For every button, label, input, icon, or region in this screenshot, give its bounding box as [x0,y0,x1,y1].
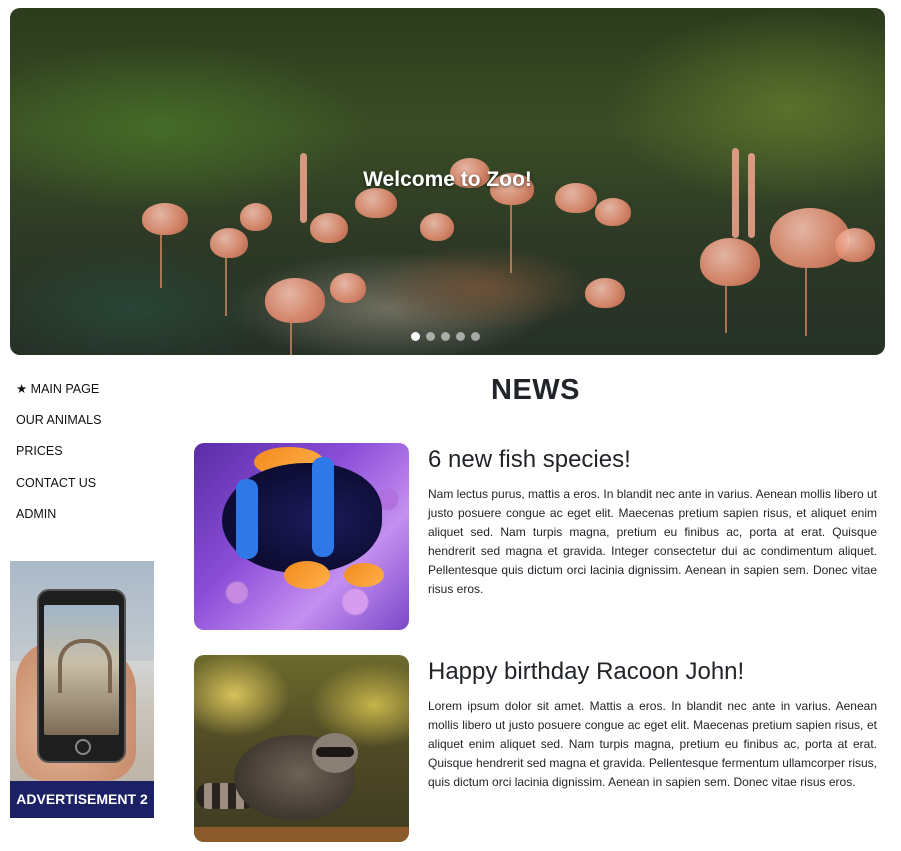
article-heading: 6 new fish species! [428,446,631,473]
article-text: Nam lectus purus, mattis a eros. In blan… [428,487,877,596]
nav-item-contact-us[interactable]: CONTACT US [16,468,101,499]
news-article: Happy birthday Racoon John! Lorem ipsum … [194,655,877,842]
news-title: NEWS [491,374,580,406]
hero-title: Welcome to Zoo! [363,168,532,191]
advertisement-banner[interactable]: ADVERTISEMENT 2 [10,561,154,818]
sidebar-nav: ★ MAIN PAGE OUR ANIMALS PRICES CONTACT U… [16,374,101,530]
carousel-dot-5[interactable] [471,332,480,341]
news-article: 6 new fish species! Nam lectus purus, ma… [194,443,877,630]
carousel-dot-3[interactable] [441,332,450,341]
article-text: Lorem ipsum dolor sit amet. Mattis a ero… [428,699,877,789]
advertisement-label: ADVERTISEMENT 2 [10,781,154,818]
carousel-dot-2[interactable] [426,332,435,341]
nav-item-prices[interactable]: PRICES [16,436,101,467]
carousel-dot-1[interactable] [411,332,420,341]
carousel-dot-4[interactable] [456,332,465,341]
ad-phone-image [37,589,126,763]
hero-carousel[interactable]: Welcome to Zoo! [10,8,885,355]
nav-item-admin[interactable]: ADMIN [16,499,101,530]
nav-item-main-page[interactable]: ★ MAIN PAGE [16,374,101,405]
raccoon-image [194,655,409,842]
nav-item-our-animals[interactable]: OUR ANIMALS [16,405,101,436]
article-heading: Happy birthday Racoon John! [428,658,745,685]
fish-image [194,443,409,630]
carousel-indicators [411,332,480,341]
